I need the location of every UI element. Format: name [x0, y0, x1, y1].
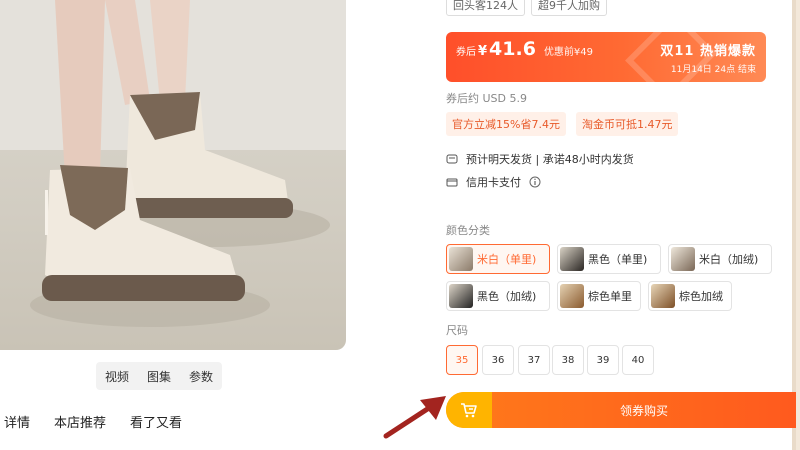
- color-thumb: [671, 247, 695, 271]
- size-section-label: 尺码: [446, 324, 468, 337]
- tab-gallery[interactable]: 图集: [147, 368, 171, 385]
- tab-video[interactable]: 视频: [105, 368, 129, 385]
- event-title: 双11 热销爆款: [660, 44, 756, 59]
- repeat-customers-badge: 回头客124人: [446, 0, 525, 16]
- cart-adds-badge: 超9千人加购: [531, 0, 607, 16]
- size-option-39[interactable]: 39: [587, 345, 619, 375]
- color-option-ivory-fleece[interactable]: 米白（加绒): [668, 244, 772, 274]
- color-thumb: [449, 247, 473, 271]
- size-option-40[interactable]: 40: [622, 345, 654, 375]
- size-option-37[interactable]: 37: [518, 345, 550, 375]
- usd-price: 券后约 USD 5.9: [446, 92, 527, 105]
- color-label: 棕色加绒: [679, 290, 723, 303]
- currency-symbol: ¥: [478, 44, 488, 59]
- shipping-info: 预计明天发货 | 承诺48小时内发货: [446, 151, 634, 167]
- tab-details[interactable]: 详情: [4, 412, 30, 432]
- color-label: 棕色单里: [588, 290, 632, 303]
- tab-also-viewed[interactable]: 看了又看: [130, 412, 182, 432]
- size-option-38[interactable]: 38: [552, 345, 584, 375]
- tab-params[interactable]: 参数: [189, 368, 213, 385]
- truck-icon: [446, 154, 458, 164]
- product-page: 视频 图集 参数 详情 本店推荐 看了又看 回头客124人 超9千人加购 券后 …: [0, 0, 796, 450]
- cart-icon: [461, 403, 477, 418]
- event-date: 11月14日 24点 结束: [670, 65, 756, 75]
- price-label: 券后: [456, 47, 476, 58]
- color-option-brown-fleece[interactable]: 棕色加绒: [648, 281, 732, 311]
- size-option-36[interactable]: 36: [482, 345, 514, 375]
- buy-bar: 领券购买: [446, 392, 796, 428]
- discount-coins[interactable]: 淘金币可抵1.47元: [575, 112, 679, 136]
- product-photo[interactable]: [0, 0, 346, 350]
- price-before: 优惠前¥49: [543, 47, 594, 58]
- payment-text: 信用卡支付: [466, 176, 521, 189]
- info-icon[interactable]: [529, 176, 541, 188]
- color-option-black-fleece[interactable]: 黑色（加绒): [446, 281, 550, 311]
- color-option-black-single[interactable]: 黑色（单里): [557, 244, 661, 274]
- promo-price: 券后 ¥ 41.6 优惠前¥49: [456, 38, 593, 60]
- bottom-tabs: 详情 本店推荐 看了又看: [0, 412, 182, 432]
- credit-card-icon: [446, 178, 458, 187]
- color-option-brown-single[interactable]: 棕色单里: [557, 281, 641, 311]
- discount-tags: 官方立减15%省7.4元 淘金币可抵1.47元: [446, 112, 679, 136]
- discount-official[interactable]: 官方立减15%省7.4元: [446, 112, 566, 136]
- color-label: 黑色（单里): [588, 253, 648, 266]
- color-option-ivory-single[interactable]: 米白（单里): [446, 244, 550, 274]
- promo-banner[interactable]: 券后 ¥ 41.6 优惠前¥49 双11 热销爆款 11月14日 24点 结束: [446, 32, 766, 82]
- color-thumb: [449, 284, 473, 308]
- size-option-35[interactable]: 35: [446, 345, 478, 375]
- color-thumb: [651, 284, 675, 308]
- color-label: 黑色（加绒): [477, 290, 537, 303]
- shipping-text: 预计明天发货 | 承诺48小时内发货: [466, 153, 634, 166]
- buy-with-coupon-button[interactable]: 领券购买: [492, 392, 796, 428]
- color-thumb: [560, 284, 584, 308]
- add-to-cart-button[interactable]: [446, 392, 492, 428]
- boots-illustration: [30, 0, 330, 327]
- top-badges: 回头客124人 超9千人加购: [446, 0, 607, 16]
- red-arrow-icon: [383, 396, 446, 439]
- color-section-label: 颜色分类: [446, 224, 490, 237]
- price-value: 41.6: [489, 38, 536, 60]
- color-thumb: [560, 247, 584, 271]
- payment-info: 信用卡支付: [446, 174, 541, 190]
- media-tabs: 视频 图集 参数: [96, 362, 222, 390]
- color-label: 米白（单里): [477, 253, 537, 266]
- color-label: 米白（加绒): [699, 253, 759, 266]
- tab-store-recommend[interactable]: 本店推荐: [54, 412, 106, 432]
